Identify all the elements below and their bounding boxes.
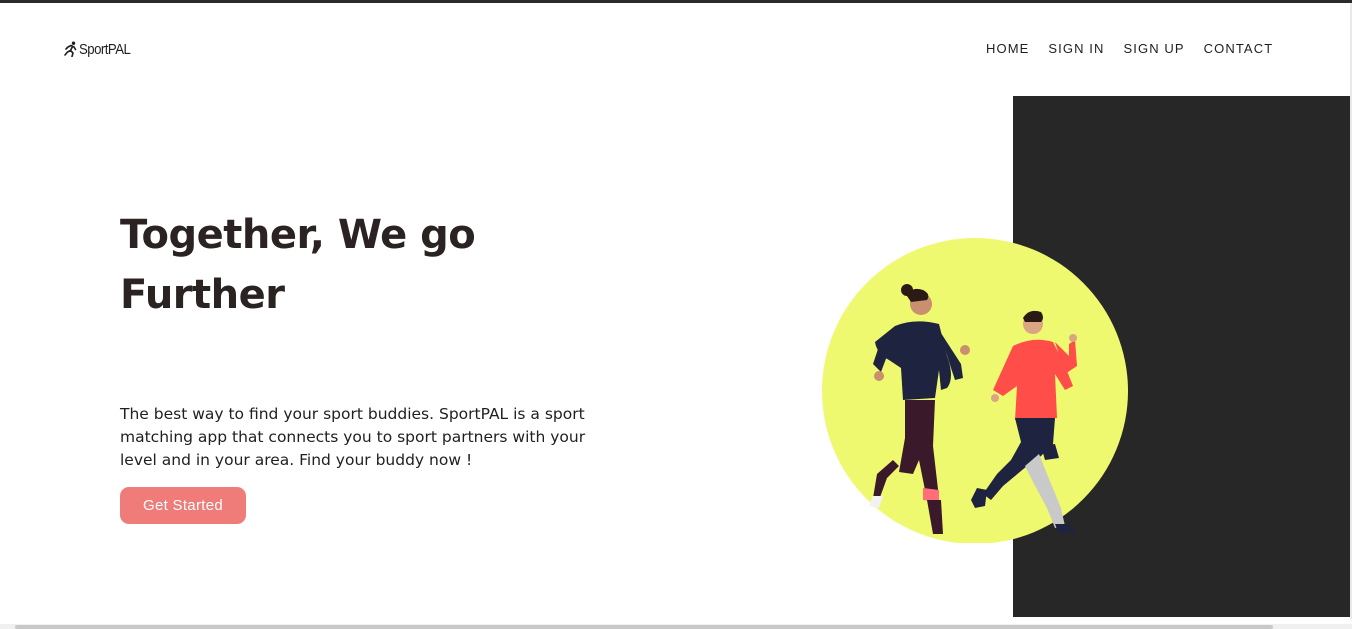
brand-name: SportPAL <box>79 40 131 58</box>
horizontal-scrollbar[interactable] <box>0 619 1352 629</box>
nav-contact[interactable]: CONTACT <box>1204 41 1274 56</box>
main-nav: HOME SIGN IN SIGN UP CONTACT <box>986 41 1273 56</box>
hero-description: The best way to find your sport buddies.… <box>120 405 586 469</box>
brand-logo[interactable]: SportPAL <box>64 39 137 59</box>
hero-title: Together, We go Further <box>120 212 476 318</box>
runners-illustration <box>822 238 1128 543</box>
scrollbar-thumb[interactable] <box>15 625 1273 629</box>
window-top-border <box>0 0 1352 3</box>
runner-icon <box>64 41 77 57</box>
nav-sign-in[interactable]: SIGN IN <box>1048 41 1104 56</box>
nav-home[interactable]: HOME <box>986 41 1029 56</box>
nav-sign-up[interactable]: SIGN UP <box>1124 41 1185 56</box>
get-started-button[interactable]: Get Started <box>120 487 246 524</box>
